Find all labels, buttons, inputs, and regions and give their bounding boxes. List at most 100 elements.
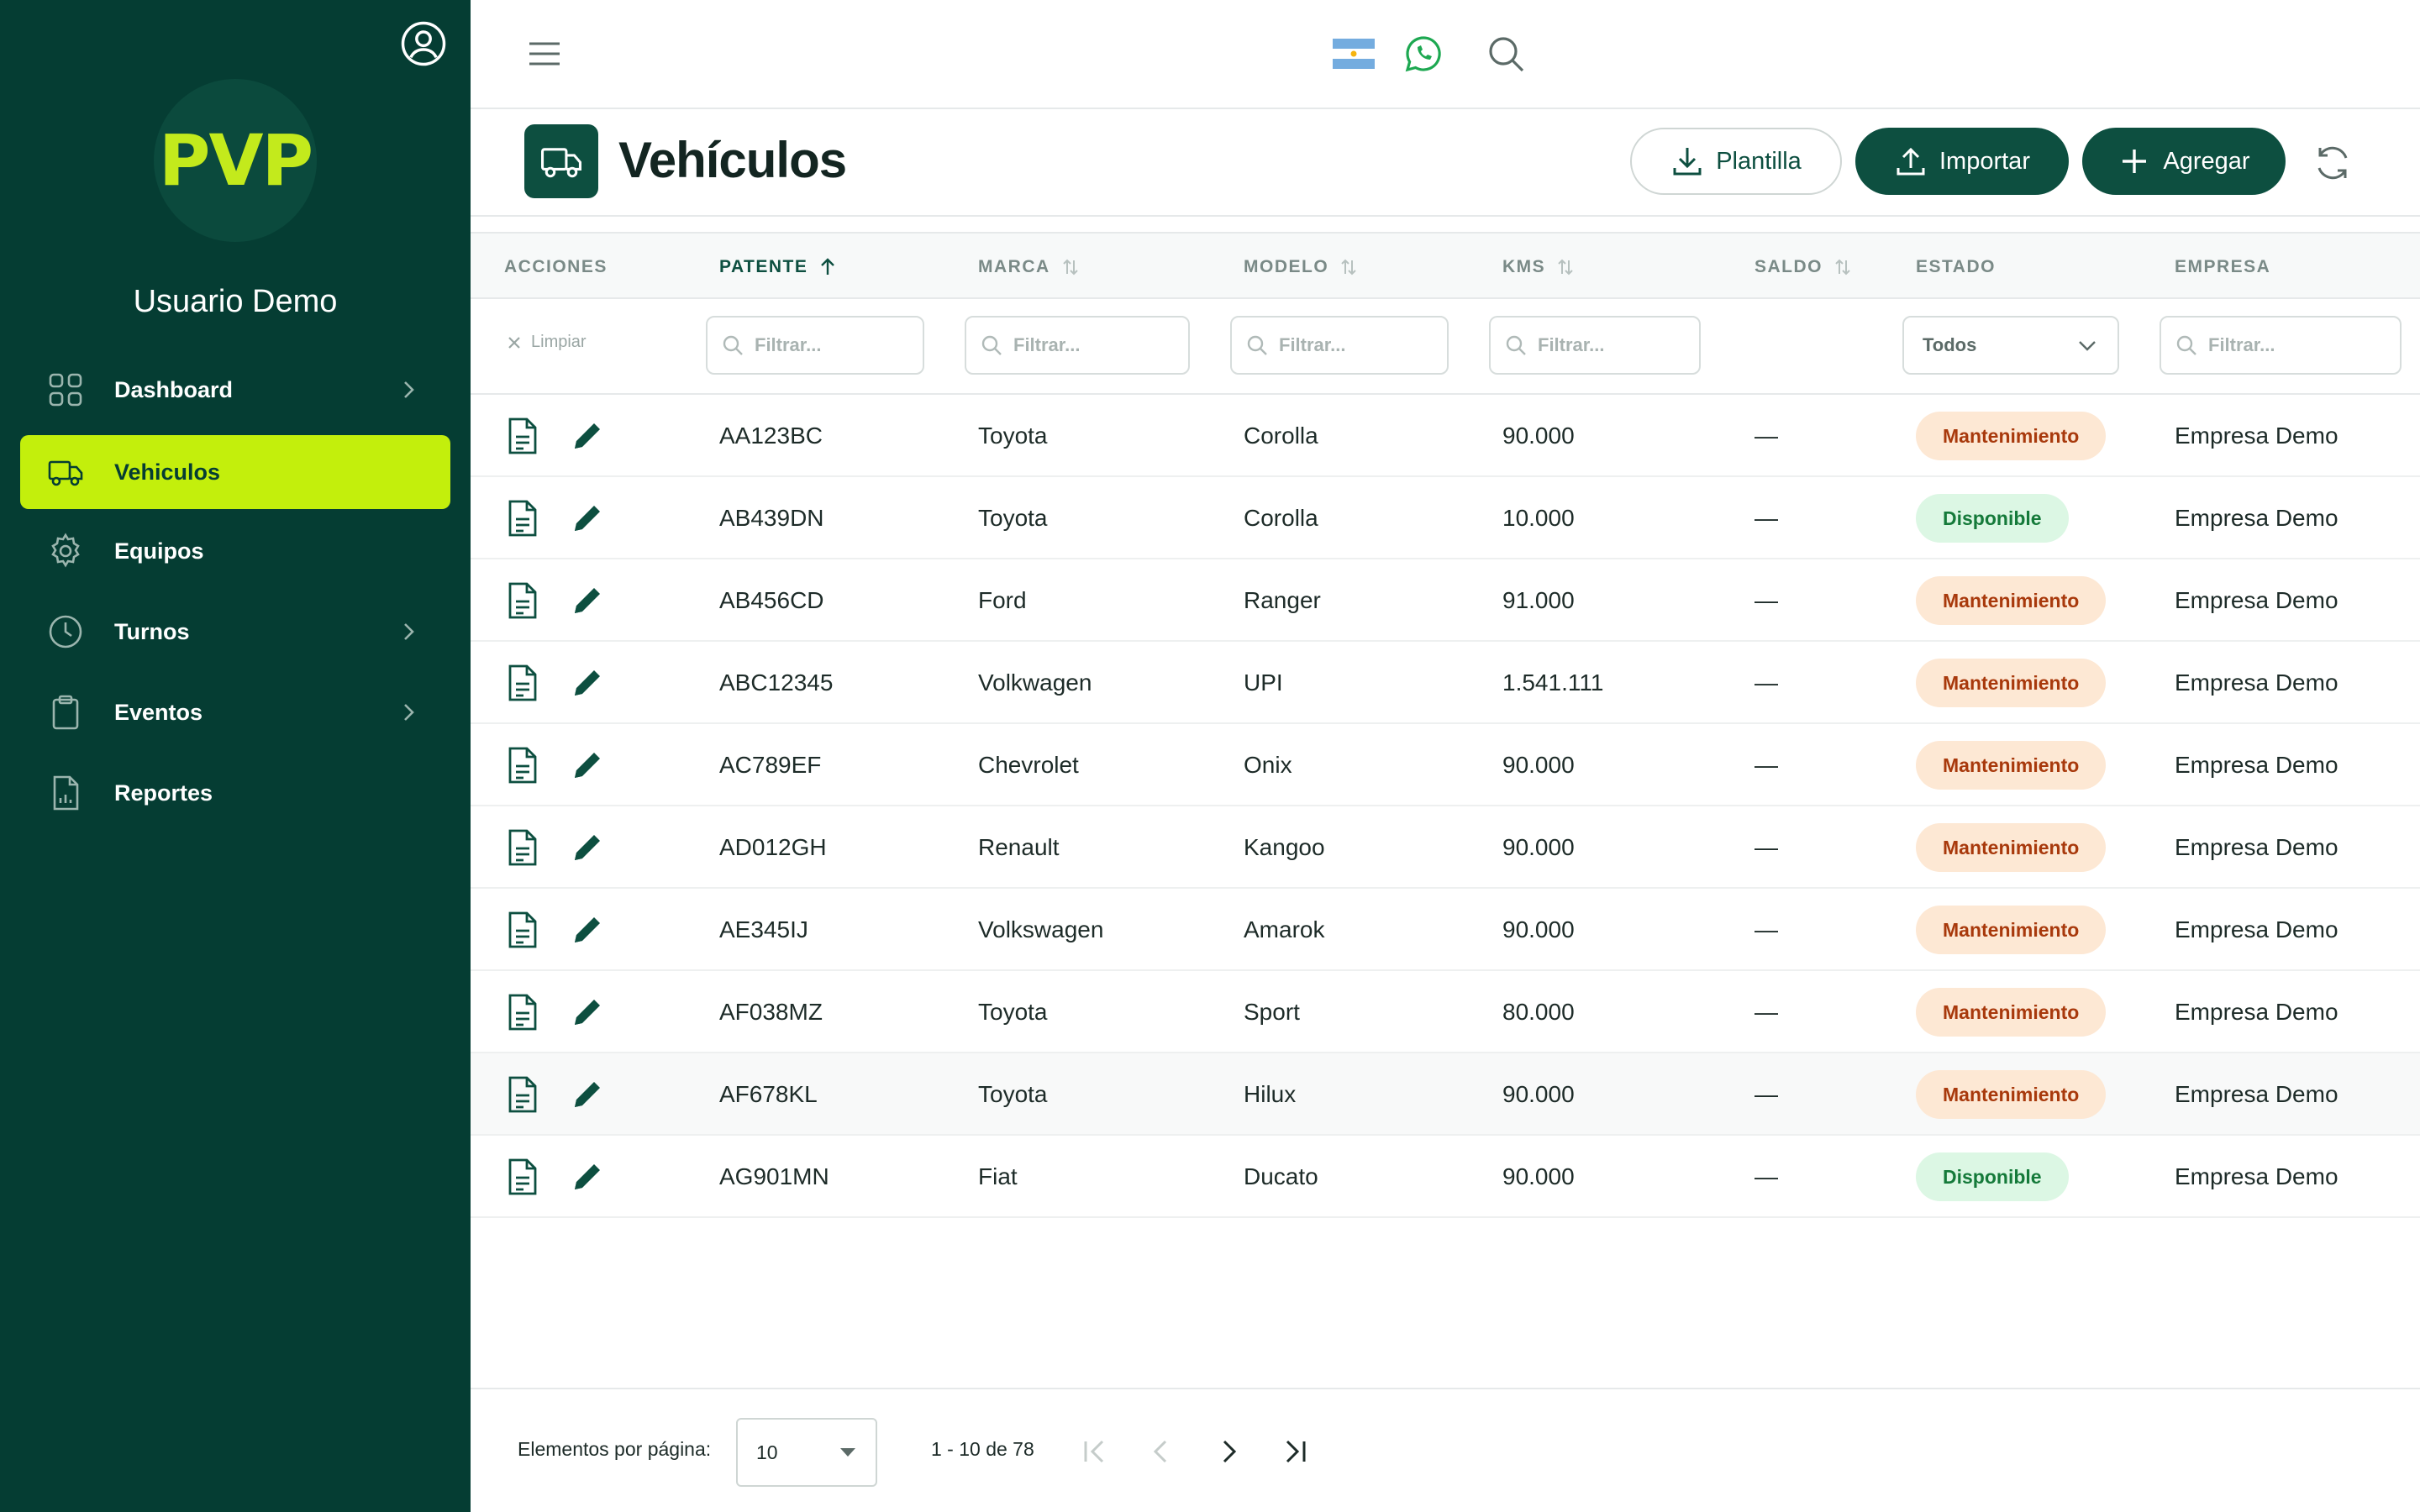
column-header-label: ESTADO [1916, 257, 1996, 276]
cell-marca: Toyota [978, 1081, 1048, 1107]
filter-kms-input[interactable] [1538, 334, 1699, 356]
document-icon[interactable] [504, 911, 541, 949]
table-row[interactable]: AA123BC Toyota Corolla 90.000 — Mantenim… [471, 395, 2420, 477]
table-row[interactable]: AD012GH Renault Kangoo 90.000 — Mantenim… [471, 806, 2420, 889]
page-header: Vehículos Plantilla Importar Agregar [471, 109, 2420, 217]
next-page-icon[interactable] [1210, 1433, 1247, 1470]
filter-patente[interactable] [706, 316, 924, 375]
importar-button[interactable]: Importar [1855, 128, 2069, 195]
pencil-icon[interactable] [570, 748, 605, 783]
document-icon[interactable] [504, 993, 541, 1032]
last-page-icon[interactable] [1277, 1433, 1314, 1470]
page-range: 1 - 10 de 78 [931, 1438, 1034, 1460]
cell-saldo: — [1754, 834, 1778, 860]
filter-patente-input[interactable] [755, 334, 923, 356]
whatsapp-icon[interactable] [1403, 34, 1444, 74]
table-row[interactable]: AG901MN Fiat Ducato 90.000 — Disponible … [471, 1136, 2420, 1218]
menu-icon[interactable] [528, 39, 561, 69]
pencil-icon[interactable] [570, 1077, 605, 1112]
sidebar-item-reportes[interactable]: Reportes [20, 756, 450, 830]
clipboard-icon [52, 695, 79, 730]
column-header-kms[interactable]: KMS [1502, 234, 1576, 301]
report-icon [53, 775, 79, 811]
page-size-select[interactable]: 10 [736, 1418, 877, 1487]
sidebar: PVP Usuario Demo Dashboard Vehiculos Equ… [0, 0, 471, 1512]
chevron-right-icon [404, 381, 414, 398]
sidebar-item-dashboard[interactable]: Dashboard [20, 353, 450, 427]
table-row[interactable]: AF678KL Toyota Hilux 90.000 — Mantenimie… [471, 1053, 2420, 1136]
sidebar-item-turnos[interactable]: Turnos [20, 595, 450, 669]
cell-modelo: Sport [1244, 999, 1300, 1025]
filter-marca-input[interactable] [1013, 334, 1188, 356]
status-badge: Mantenimiento [1916, 988, 2107, 1037]
refresh-icon[interactable] [2312, 143, 2353, 183]
status-badge: Disponible [1916, 1152, 2069, 1201]
filter-modelo-input[interactable] [1279, 334, 1447, 356]
cell-empresa: Empresa Demo [2175, 1081, 2338, 1107]
filter-kms[interactable] [1489, 316, 1701, 375]
search-icon[interactable] [1486, 34, 1526, 74]
table-row[interactable]: AB456CD Ford Ranger 91.000 — Mantenimien… [471, 559, 2420, 642]
agregar-button[interactable]: Agregar [2082, 128, 2286, 195]
table-row[interactable]: AB439DN Toyota Corolla 10.000 — Disponib… [471, 477, 2420, 559]
cell-modelo: Corolla [1244, 505, 1318, 531]
close-icon [508, 336, 520, 349]
cell-modelo: UPI [1244, 669, 1283, 696]
table-row[interactable]: ABC12345 Volkwagen UPI 1.541.111 — Mante… [471, 642, 2420, 724]
filter-marca[interactable] [965, 316, 1190, 375]
pencil-icon[interactable] [570, 912, 605, 948]
table-row[interactable]: AC789EF Chevrolet Onix 90.000 — Mantenim… [471, 724, 2420, 806]
sidebar-item-eventos[interactable]: Eventos [20, 675, 450, 749]
pencil-icon[interactable] [570, 995, 605, 1030]
filter-row: Limpiar Todos [471, 299, 2420, 395]
download-icon [1673, 148, 1702, 176]
filter-empresa-input[interactable] [2208, 334, 2400, 356]
cell-kms: 10.000 [1502, 505, 1575, 531]
pencil-icon[interactable] [570, 501, 605, 536]
cell-modelo: Ducato [1244, 1163, 1318, 1189]
document-icon[interactable] [504, 1158, 541, 1196]
previous-page-icon[interactable] [1143, 1433, 1180, 1470]
pencil-icon[interactable] [570, 583, 605, 618]
status-badge: Mantenimiento [1916, 823, 2107, 872]
top-bar [471, 0, 2420, 109]
cell-modelo: Corolla [1244, 423, 1318, 449]
document-icon[interactable] [504, 417, 541, 455]
document-icon[interactable] [504, 664, 541, 702]
cell-empresa: Empresa Demo [2175, 1163, 2338, 1189]
document-icon[interactable] [504, 581, 541, 620]
document-icon[interactable] [504, 828, 541, 867]
clear-filters-button[interactable]: Limpiar [506, 333, 587, 352]
column-header-saldo[interactable]: SALDO [1754, 234, 1853, 301]
filter-modelo[interactable] [1230, 316, 1449, 375]
filter-estado-select[interactable]: Todos [1902, 316, 2119, 375]
column-header-marca[interactable]: MARCA [978, 234, 1081, 301]
cell-modelo: Amarok [1244, 916, 1325, 942]
sidebar-item-equipos[interactable]: Equipos [20, 514, 450, 588]
sidebar-item-label: Dashboard [114, 376, 234, 402]
argentina-flag-icon[interactable] [1333, 39, 1375, 69]
document-icon[interactable] [504, 499, 541, 538]
filter-empresa[interactable] [2160, 316, 2402, 375]
column-header-patente[interactable]: PATENTE [719, 234, 838, 301]
first-page-icon[interactable] [1076, 1433, 1113, 1470]
table-row[interactable]: AE345IJ Volkswagen Amarok 90.000 — Mante… [471, 889, 2420, 971]
pencil-icon[interactable] [570, 830, 605, 865]
sidebar-item-vehiculos[interactable]: Vehiculos [20, 435, 450, 509]
clear-filters-label: Limpiar [531, 333, 587, 351]
pencil-icon[interactable] [570, 1159, 605, 1194]
chevron-right-icon [404, 704, 414, 721]
document-icon[interactable] [504, 1075, 541, 1114]
account-circle-icon[interactable] [400, 20, 447, 67]
cell-saldo: — [1754, 669, 1778, 696]
pencil-icon[interactable] [570, 418, 605, 454]
cell-patente: AC789EF [719, 752, 822, 778]
plantilla-button[interactable]: Plantilla [1630, 128, 1842, 195]
cell-empresa: Empresa Demo [2175, 752, 2338, 778]
document-icon[interactable] [504, 746, 541, 785]
pencil-icon[interactable] [570, 665, 605, 701]
table-row[interactable]: AF038MZ Toyota Sport 80.000 — Mantenimie… [471, 971, 2420, 1053]
plantilla-button-label: Plantilla [1716, 147, 1802, 175]
cell-saldo: — [1754, 587, 1778, 613]
column-header-modelo[interactable]: MODELO [1244, 234, 1359, 301]
